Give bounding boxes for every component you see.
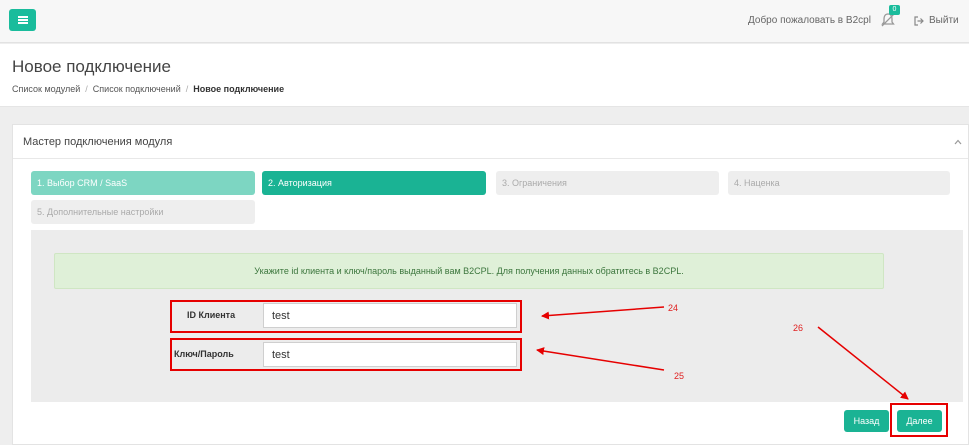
breadcrumb: Список модулей / Список подключений / Но…: [12, 84, 284, 94]
page-header: Новое подключение Список модулей / Списо…: [0, 44, 969, 107]
logout-label: Выйти: [929, 15, 959, 26]
top-navbar: Добро пожаловать в B2cpl 0 Выйти: [0, 0, 969, 43]
logout-link[interactable]: Выйти: [914, 15, 959, 26]
chevron-up-icon[interactable]: [954, 138, 962, 146]
annotation-box-key: [170, 338, 522, 371]
info-alert: Укажите id клиента и ключ/пароль выданны…: [54, 253, 884, 289]
page-title: Новое подключение: [12, 57, 171, 76]
wizard-panel: Мастер подключения модуля 1. Выбор CRM /…: [12, 124, 969, 445]
wizard-title: Мастер подключения модуля: [23, 136, 173, 148]
breadcrumb-item-current: Новое подключение: [193, 84, 285, 94]
annotation-box-client-id: [170, 300, 522, 333]
back-button[interactable]: Назад: [844, 410, 889, 432]
breadcrumb-separator: /: [85, 84, 88, 94]
menu-toggle-button[interactable]: [9, 9, 36, 31]
breadcrumb-item-connections[interactable]: Список подключений: [93, 84, 181, 94]
annotation-box-next: [890, 403, 948, 437]
step-authorization[interactable]: 2. Авторизация: [262, 171, 486, 195]
annotation-label-25: 25: [674, 371, 685, 381]
step-additional-settings: 5. Дополнительные настройки: [31, 200, 255, 224]
notification-badge: 0: [889, 5, 900, 15]
wizard-panel-header: Мастер подключения модуля: [13, 125, 968, 159]
step-restrictions: 3. Ограничения: [496, 171, 719, 195]
step-markup: 4. Наценка: [728, 171, 950, 195]
breadcrumb-separator: /: [185, 84, 189, 94]
breadcrumb-item-modules[interactable]: Список модулей: [12, 84, 80, 94]
annotation-label-24: 24: [668, 303, 679, 313]
welcome-text: Добро пожаловать в B2cpl: [748, 15, 871, 26]
hamburger-icon: [17, 16, 28, 24]
sign-out-icon: [914, 15, 924, 26]
step-crm[interactable]: 1. Выбор CRM / SaaS: [31, 171, 255, 195]
annotation-label-26: 26: [793, 323, 804, 333]
